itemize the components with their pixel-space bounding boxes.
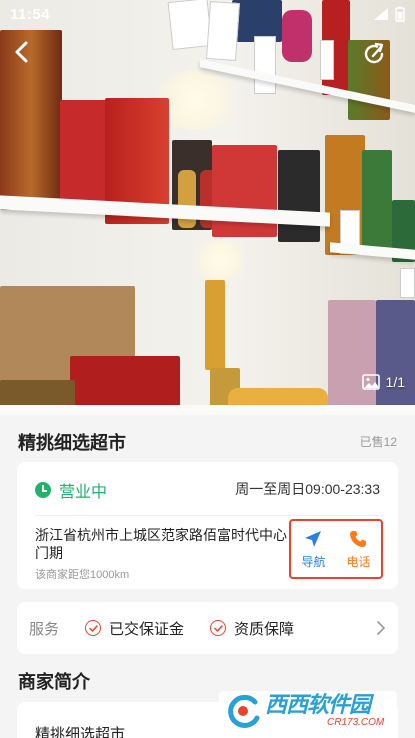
intro-text: 精挑细选超市 <box>35 726 126 738</box>
shop-details: 精挑细选超市 已售12 营业中 周一至周日09:00-23:33 浙江省杭州市上… <box>0 415 415 738</box>
service-item-label: 资质保障 <box>234 620 295 638</box>
service-item-deposit: 已交保证金 <box>85 618 184 639</box>
back-button[interactable] <box>4 34 40 70</box>
shop-name: 精挑细选超市 <box>18 433 126 453</box>
watermark: 西西软件园 CR173.COM <box>219 691 397 731</box>
watermark-sub-text: CR173.COM <box>327 717 385 728</box>
status-system-icons <box>373 6 405 22</box>
service-item-label: 已交保证金 <box>109 620 185 638</box>
photo-price-tag <box>254 36 276 94</box>
shop-photo[interactable]: 11:54 1/1 <box>0 0 415 415</box>
photo-product <box>205 280 225 370</box>
photo-product <box>376 300 415 415</box>
shop-distance: 该商家距您1000km <box>35 569 130 581</box>
photo-product <box>60 100 110 212</box>
watermark-text: 西西软件园 CR173.COM <box>265 694 384 728</box>
photo-shelf <box>0 405 415 415</box>
service-item-qualification: 资质保障 <box>210 618 294 639</box>
contact-actions: 导航 电话 <box>289 519 383 579</box>
business-hours: 周一至周日09:00-23:33 <box>235 481 380 497</box>
photo-product <box>328 300 376 415</box>
check-circle-icon <box>210 620 227 636</box>
share-button[interactable] <box>357 36 393 72</box>
clock-icon <box>35 482 51 498</box>
service-title: 服务 <box>29 620 60 638</box>
business-status: 营业中 <box>35 478 107 502</box>
sold-count: 已售12 <box>359 435 397 449</box>
back-arrow-icon <box>15 41 28 63</box>
divider <box>35 515 380 516</box>
navigate-button[interactable]: 导航 <box>301 529 326 570</box>
business-status-text: 营业中 <box>59 484 108 501</box>
phone-icon <box>350 530 367 547</box>
image-counter: 1/1 <box>361 374 405 390</box>
battery-icon <box>395 6 405 22</box>
watermark-logo <box>228 694 260 728</box>
navigate-label: 导航 <box>301 554 326 569</box>
shop-address: 浙江省杭州市上城区范家路佰富时代中心门期 <box>35 527 287 561</box>
service-row[interactable]: 服务 已交保证金 资质保障 <box>17 602 398 654</box>
call-button[interactable]: 电话 <box>346 529 371 570</box>
signal-icon <box>374 8 388 20</box>
photo-product <box>278 150 320 242</box>
photo-product <box>362 150 392 255</box>
photo-price-tag <box>400 268 415 298</box>
share-icon <box>364 42 384 64</box>
photo-price-tag <box>320 40 334 80</box>
status-time: 11:54 <box>10 5 51 23</box>
section-title-intro: 商家简介 <box>18 672 90 692</box>
photo-lamp <box>190 240 250 280</box>
navigate-icon <box>305 530 322 547</box>
shop-info-card: 营业中 周一至周日09:00-23:33 浙江省杭州市上城区范家路佰富时代中心门… <box>17 462 398 589</box>
check-circle-icon <box>85 620 102 636</box>
image-counter-text: 1/1 <box>385 374 405 390</box>
chevron-right-icon <box>377 621 385 635</box>
status-bar: 11:54 <box>0 0 415 28</box>
call-label: 电话 <box>346 554 371 569</box>
image-gallery-icon <box>361 374 380 390</box>
watermark-main-text: 西西软件园 <box>265 692 371 717</box>
